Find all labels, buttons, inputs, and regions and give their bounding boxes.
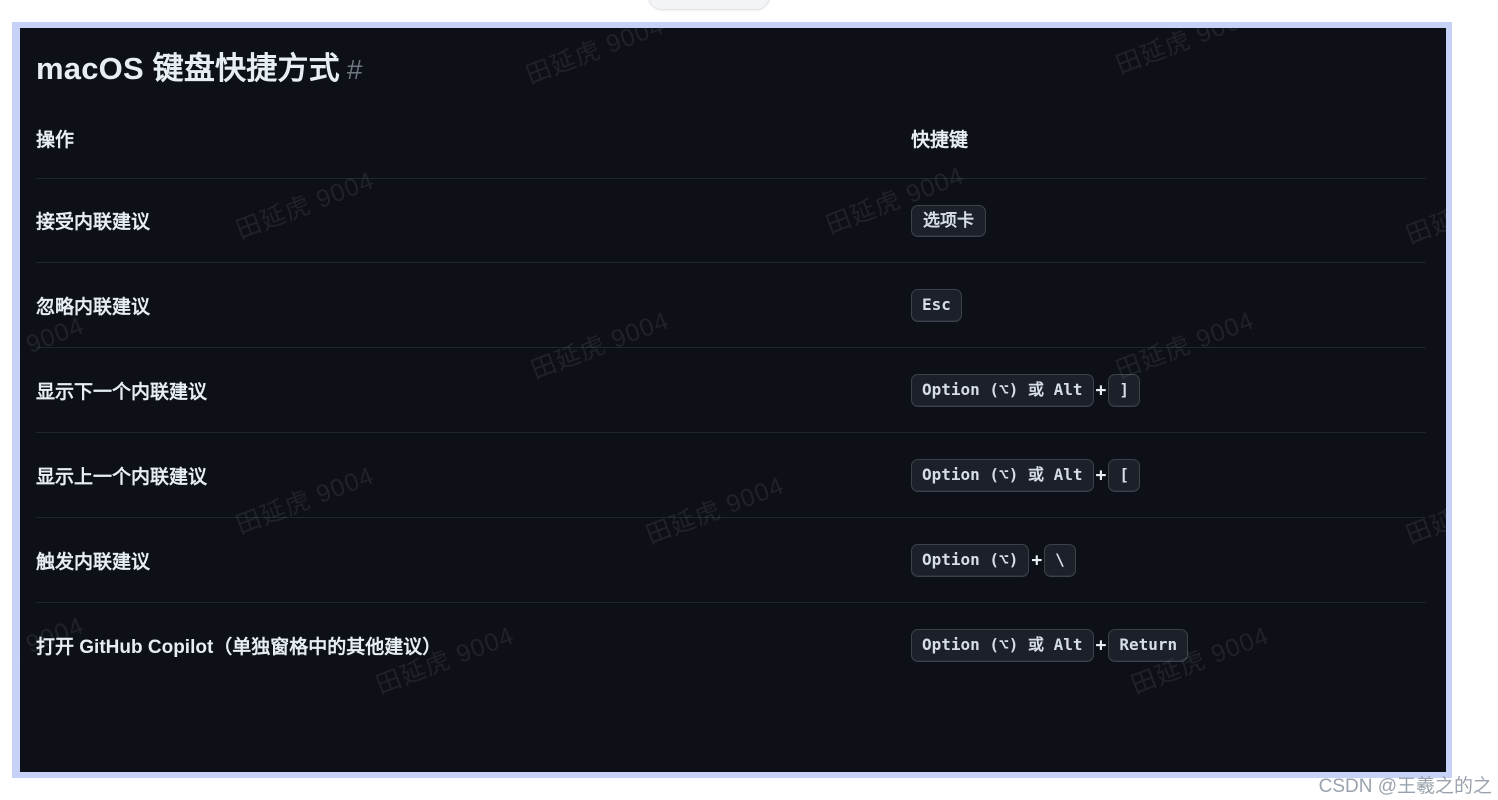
action-cell: 打开 GitHub Copilot（单独窗格中的其他建议） [36,636,442,658]
shortcuts-table: 操作 快捷键 接受内联建议 选项卡 忽略内联建议 Esc 显示下一个内联建议 Option… [36,124,1426,687]
page-title-text: macOS 键盘快捷方式 [36,51,340,86]
document-content: macOS 键盘快捷方式 # 操作 快捷键 接受内联建议 选项卡 忽略内联建议 Esc 显… [20,28,1446,687]
kbd-key: Option (⌥) 或 Alt [911,458,1094,492]
action-cell: 显示上一个内联建议 [36,432,911,518]
kbd-key: Option (⌥) [911,543,1030,577]
top-floating-chip [648,0,770,10]
kbd-separator: + [1095,464,1107,486]
kbd-separator: + [1031,549,1043,571]
kbd-key: ] [1108,373,1140,407]
action-cell: 接受内联建议 [36,178,911,263]
shortcut-cell: Option (⌥) 或 Alt +] [911,347,1426,433]
table-header-row: 操作 快捷键 [36,124,1426,179]
table-row: 接受内联建议 选项卡 [36,178,1426,263]
shortcut-cell: Option (⌥) + \ [911,517,1426,603]
kbd-key: Return [1108,628,1189,662]
kbd-key: Option (⌥) 或 Alt [911,628,1094,662]
table-body: 接受内联建议 选项卡 忽略内联建议 Esc 显示下一个内联建议 Option (⌥) 或 … [36,178,1426,687]
action-cell: 触发内联建议 [36,517,911,603]
kbd-separator: + [1095,634,1107,656]
heading-anchor-icon[interactable]: # [347,54,363,85]
document-panel: 田延虎 9004田延虎 9004田延虎 9004田延虎 9004田延虎 9004… [20,28,1446,772]
document-frame: 田延虎 9004田延虎 9004田延虎 9004田延虎 9004田延虎 9004… [12,22,1452,778]
kbd-key: [ [1108,458,1140,492]
csdn-credit: CSDN @王羲之的之 [1318,776,1492,797]
shortcut-cell: Option (⌥) 或 Alt +[ [911,432,1426,518]
shortcut-cell: 选项卡 [911,178,1426,263]
kbd-key: \ [1044,543,1076,577]
table-head: 操作 快捷键 [36,124,1426,179]
column-header-shortcut: 快捷键 [911,124,1426,179]
table-row: 显示上一个内联建议 Option (⌥) 或 Alt +[ [36,432,1426,518]
table-row: 触发内联建议 Option (⌥) + \ [36,517,1426,603]
table-row: 显示下一个内联建议 Option (⌥) 或 Alt +] [36,347,1426,433]
page-title: macOS 键盘快捷方式 # [36,28,1426,89]
action-cell: 显示下一个内联建议 [36,347,911,433]
shortcut-cell: Option (⌥) 或 Alt + Return [911,602,1426,687]
shortcut-cell: Esc [911,262,1426,348]
kbd-key: Option (⌥) 或 Alt [911,373,1094,407]
table-row: 忽略内联建议 Esc [36,262,1426,348]
kbd-key: 选项卡 [911,204,986,237]
column-header-action: 操作 [36,124,911,179]
kbd-key: Esc [911,288,962,322]
kbd-separator: + [1095,379,1107,401]
table-row: 打开 GitHub Copilot（单独窗格中的其他建议） Option (⌥) … [36,602,1426,687]
action-cell: 忽略内联建议 [36,262,911,348]
